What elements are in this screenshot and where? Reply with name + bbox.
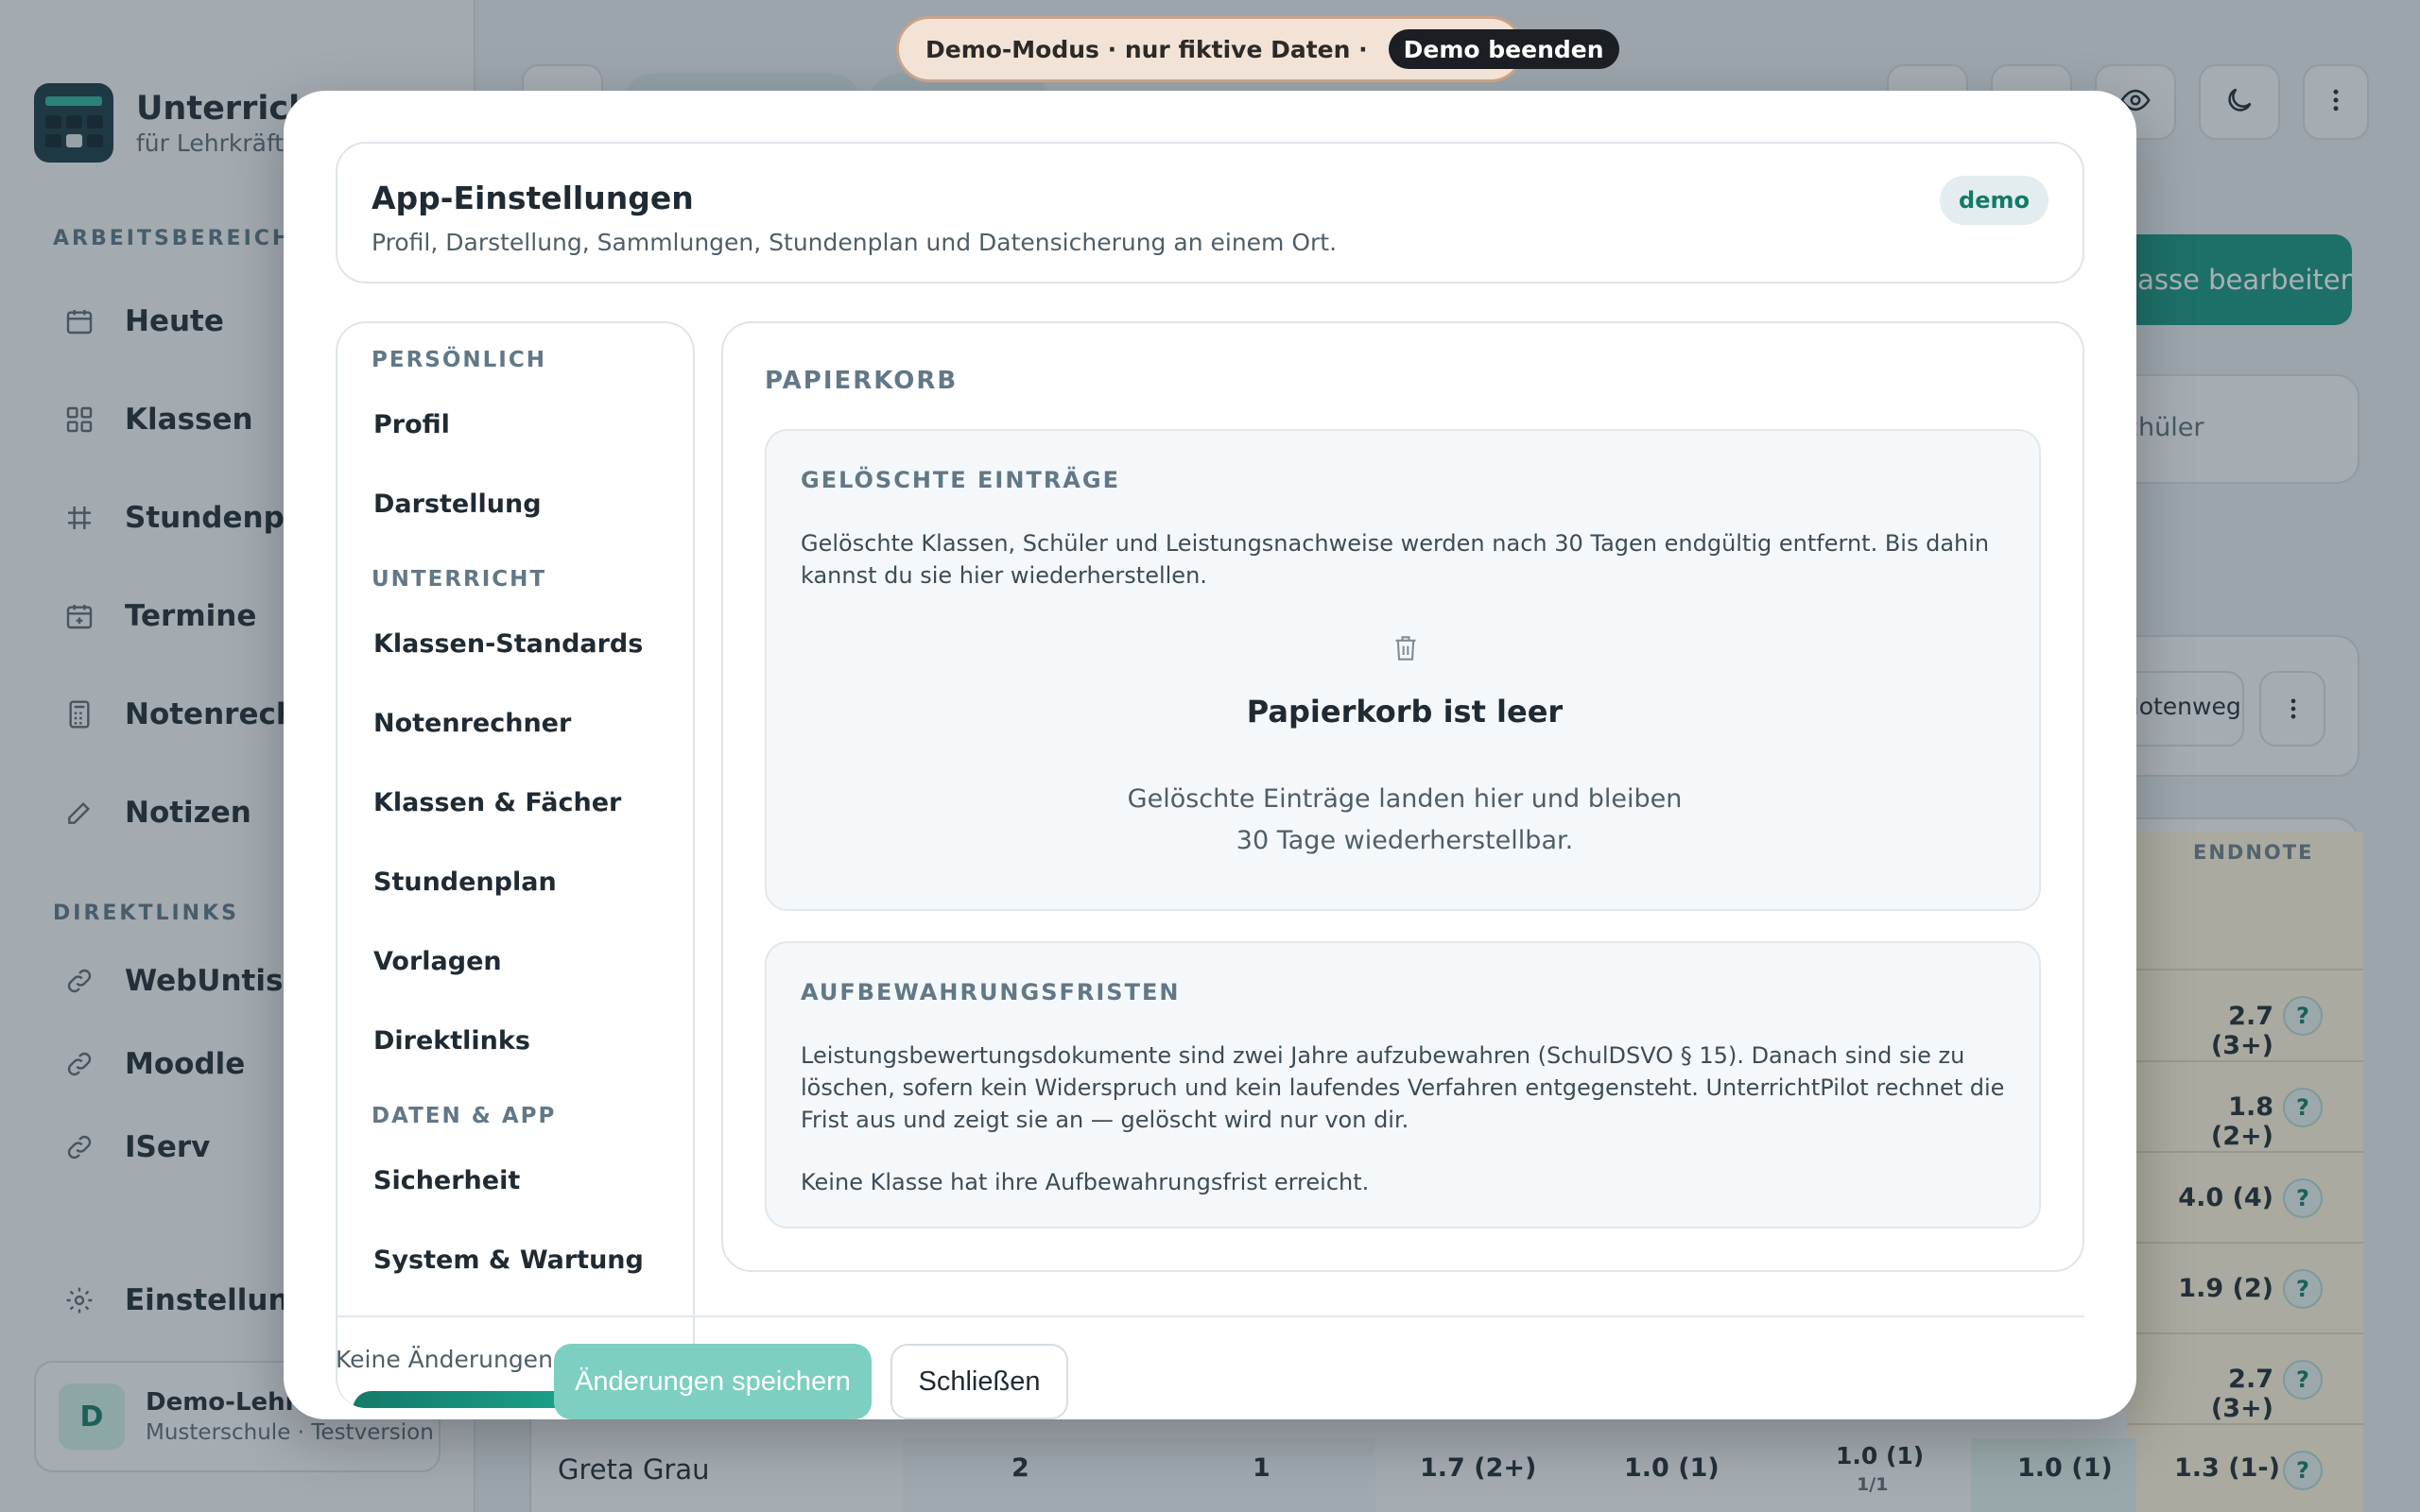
dialog-header: App-Einstellungen Profil, Darstellung, S… bbox=[336, 142, 2084, 284]
retention-text: Leistungsbewertungsdokumente sind zwei J… bbox=[801, 1042, 2005, 1133]
demo-banner-text: Demo-Modus · nur fiktive Daten · bbox=[925, 35, 1368, 63]
settings-nav-darstellung[interactable]: Darstellung bbox=[373, 490, 542, 519]
settings-nav: PERSÖNLICH Profil Darstellung UNTERRICHT… bbox=[336, 321, 695, 1408]
end-demo-button[interactable]: Demo beenden bbox=[1388, 29, 1619, 69]
settings-nav-profil[interactable]: Profil bbox=[373, 410, 450, 439]
settings-nav-vorlagen[interactable]: Vorlagen bbox=[373, 947, 502, 976]
trash-icon bbox=[1392, 633, 1419, 667]
deleted-entries-box: GELÖSCHTE EINTRÄGE Gelöschte Klassen, Sc… bbox=[765, 429, 2041, 911]
dialog-title: App-Einstellungen bbox=[372, 180, 694, 216]
footer-divider bbox=[336, 1315, 2084, 1317]
settings-nav-klassen-faecher[interactable]: Klassen & Fächer bbox=[373, 788, 621, 817]
settings-nav-system[interactable]: System & Wartung bbox=[373, 1246, 644, 1275]
dialog-subtitle: Profil, Darstellung, Sammlungen, Stunden… bbox=[372, 229, 1338, 256]
deleted-entries-text: Gelöschte Klassen, Schüler und Leistungs… bbox=[801, 530, 1990, 589]
retention-box: AUFBEWAHRUNGSFRISTEN Leistungsbewertungs… bbox=[765, 941, 2041, 1228]
deleted-entries-title: GELÖSCHTE EINTRÄGE bbox=[801, 467, 1120, 493]
nav-section-teaching: UNTERRICHT bbox=[372, 567, 547, 592]
demo-badge: demo bbox=[1940, 176, 2048, 225]
demo-banner: Demo-Modus · nur fiktive Daten · Demo be… bbox=[896, 16, 1619, 82]
settings-nav-klassen-standards[interactable]: Klassen-Standards bbox=[373, 629, 643, 659]
settings-nav-direktlinks[interactable]: Direktlinks bbox=[373, 1026, 530, 1056]
nav-section-data: DATEN & APP bbox=[372, 1104, 557, 1128]
save-button[interactable]: Änderungen speichern bbox=[554, 1344, 872, 1419]
save-status: Keine Änderungen bbox=[336, 1346, 553, 1373]
retention-status: Keine Klasse hat ihre Aufbewahrungsfrist… bbox=[801, 1169, 1370, 1195]
settings-nav-notenrechner[interactable]: Notenrechner bbox=[373, 709, 571, 738]
settings-dialog: App-Einstellungen Profil, Darstellung, S… bbox=[284, 91, 2136, 1419]
section-title: PAPIERKORB bbox=[765, 367, 959, 395]
empty-state-title: Papierkorb ist leer bbox=[1246, 694, 1564, 730]
nav-section-personal: PERSÖNLICH bbox=[372, 348, 546, 372]
close-button[interactable]: Schließen bbox=[890, 1344, 1068, 1419]
settings-nav-stundenplan[interactable]: Stundenplan bbox=[373, 868, 557, 897]
retention-title: AUFBEWAHRUNGSFRISTEN bbox=[801, 979, 1181, 1005]
empty-state-text: Gelöschte Einträge landen hier und bleib… bbox=[1127, 784, 1683, 855]
settings-content: PAPIERKORB GELÖSCHTE EINTRÄGE Gelöschte … bbox=[721, 321, 2084, 1272]
settings-nav-sicherheit[interactable]: Sicherheit bbox=[373, 1166, 520, 1195]
